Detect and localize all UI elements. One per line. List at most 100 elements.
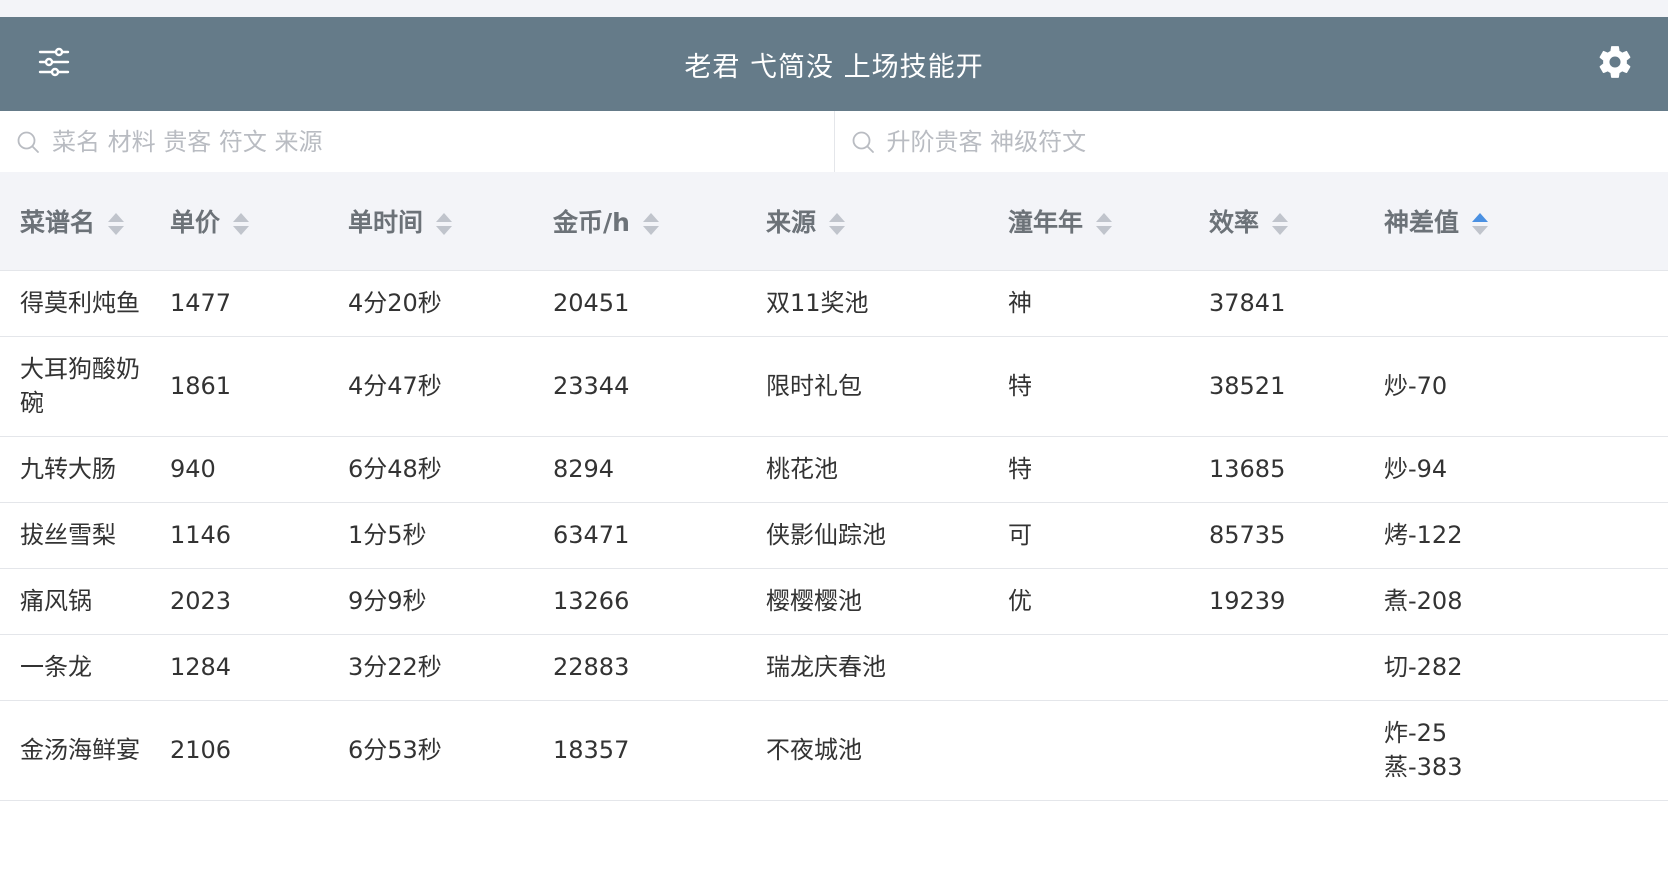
cell-gold-per-hour: 18357 [533, 700, 746, 801]
god-diff-line: 炒-70 [1384, 372, 1448, 400]
cell-source: 侠影仙踪池 [746, 502, 988, 569]
table-row[interactable]: 大耳狗酸奶碗 1861 4分47秒 23344 限时礼包 特 38521 炒-7… [0, 336, 1668, 437]
cell-god-diff: 切-282 [1364, 634, 1668, 701]
cell-recipe-name: 痛风锅 [0, 568, 150, 635]
god-diff-line: 蒸-383 [1384, 753, 1463, 781]
cell-god-diff: 炸-25 蒸-383 [1364, 700, 1668, 801]
cell-gold-per-hour: 20451 [533, 270, 746, 337]
sort-icon [1096, 212, 1113, 235]
cell-efficiency: 38521 [1189, 336, 1364, 437]
cell-time: 6分53秒 [328, 700, 533, 801]
top-gap [0, 0, 1668, 17]
cell-time: 6分48秒 [328, 436, 533, 503]
cell-god-diff [1364, 270, 1668, 337]
gear-icon[interactable] [1596, 43, 1634, 81]
cell-chef-rank [988, 634, 1189, 701]
cell-gold-per-hour: 13266 [533, 568, 746, 635]
table-row[interactable]: 拔丝雪梨 1146 1分5秒 63471 侠影仙踪池 可 85735 烤-122 [0, 502, 1668, 569]
cell-source: 桃花池 [746, 436, 988, 503]
table-row[interactable]: 九转大肠 940 6分48秒 8294 桃花池 特 13685 炒-94 [0, 436, 1668, 503]
sort-icon [233, 212, 250, 235]
cell-recipe-name: 金汤海鲜宴 [0, 700, 150, 801]
god-diff-line: 炸-25 [1384, 719, 1448, 747]
cell-time: 9分9秒 [328, 568, 533, 635]
table-row[interactable]: 得莫利炖鱼 1477 4分20秒 20451 双11奖池 神 37841 [0, 270, 1668, 337]
cell-recipe-name: 九转大肠 [0, 436, 150, 503]
sort-icon [829, 212, 846, 235]
sort-icon [108, 212, 125, 235]
column-header-recipe-name[interactable]: 菜谱名 [0, 172, 150, 271]
cell-gold-per-hour: 8294 [533, 436, 746, 503]
cell-recipe-name: 得莫利炖鱼 [0, 270, 150, 337]
cell-price: 1146 [150, 502, 328, 569]
god-diff-line: 炒-94 [1384, 455, 1448, 483]
cell-price: 1284 [150, 634, 328, 701]
search-icon [852, 131, 874, 153]
recipe-table: 菜谱名 单价 单时间 金币/h 来源 潼年年 效率 神差值 得莫利炖鱼 1477… [0, 172, 1668, 801]
cell-god-diff: 炒-94 [1364, 436, 1668, 503]
cell-efficiency: 19239 [1189, 568, 1364, 635]
cell-chef-rank [988, 700, 1189, 801]
table-row[interactable]: 一条龙 1284 3分22秒 22883 瑞龙庆春池 切-282 [0, 634, 1668, 701]
sort-icon [1472, 212, 1489, 235]
god-diff-line: 煮-208 [1384, 587, 1463, 615]
cell-recipe-name: 大耳狗酸奶碗 [0, 336, 150, 437]
cell-price: 1861 [150, 336, 328, 437]
cell-price: 2106 [150, 700, 328, 801]
cell-source: 不夜城池 [746, 700, 988, 801]
guest-rune-search-input[interactable] [886, 127, 1623, 156]
cell-recipe-name: 一条龙 [0, 634, 150, 701]
cell-efficiency: 85735 [1189, 502, 1364, 569]
cell-chef-rank: 神 [988, 270, 1189, 337]
search-icon [17, 131, 39, 153]
search-box-right [833, 111, 1668, 172]
cell-god-diff: 煮-208 [1364, 568, 1668, 635]
cell-source: 樱樱樱池 [746, 568, 988, 635]
search-row [0, 111, 1668, 172]
column-header-price[interactable]: 单价 [150, 172, 328, 271]
cell-time: 3分22秒 [328, 634, 533, 701]
table-row[interactable]: 痛风锅 2023 9分9秒 13266 樱樱樱池 优 19239 煮-208 [0, 568, 1668, 635]
cell-chef-rank: 可 [988, 502, 1189, 569]
cell-time: 4分47秒 [328, 336, 533, 437]
page-title: 老君 弋简没 上场技能开 [684, 51, 984, 83]
cell-god-diff: 炒-70 [1364, 336, 1668, 437]
filter-sliders-icon[interactable] [38, 46, 70, 78]
god-diff-line: 烤-122 [1384, 521, 1463, 549]
cell-gold-per-hour: 63471 [533, 502, 746, 569]
cell-efficiency: 13685 [1189, 436, 1364, 503]
cell-efficiency: 37841 [1189, 270, 1364, 337]
cell-time: 1分5秒 [328, 502, 533, 569]
cell-price: 2023 [150, 568, 328, 635]
cell-gold-per-hour: 23344 [533, 336, 746, 437]
table-header-row: 菜谱名 单价 单时间 金币/h 来源 潼年年 效率 神差值 [0, 172, 1668, 271]
cell-source: 限时礼包 [746, 336, 988, 437]
column-header-source[interactable]: 来源 [746, 172, 988, 271]
cell-source: 瑞龙庆春池 [746, 634, 988, 701]
cell-chef-rank: 特 [988, 436, 1189, 503]
cell-price: 940 [150, 436, 328, 503]
column-header-efficiency[interactable]: 效率 [1189, 172, 1364, 271]
sort-icon [1272, 212, 1289, 235]
table-row[interactable]: 金汤海鲜宴 2106 6分53秒 18357 不夜城池 炸-25 蒸-383 [0, 700, 1668, 801]
cell-time: 4分20秒 [328, 270, 533, 337]
cell-recipe-name: 拔丝雪梨 [0, 502, 150, 569]
column-header-time[interactable]: 单时间 [328, 172, 533, 271]
cell-chef-rank: 优 [988, 568, 1189, 635]
cell-gold-per-hour: 22883 [533, 634, 746, 701]
column-header-god-diff[interactable]: 神差值 [1364, 172, 1668, 271]
god-diff-line: 切-282 [1384, 653, 1463, 681]
search-box-left [0, 111, 834, 172]
cell-chef-rank: 特 [988, 336, 1189, 437]
app-header: 老君 弋简没 上场技能开 [0, 17, 1668, 111]
cell-source: 双11奖池 [746, 270, 988, 337]
cell-efficiency [1189, 634, 1364, 701]
recipe-search-input[interactable] [52, 127, 788, 156]
sort-icon [642, 212, 659, 235]
cell-efficiency [1189, 700, 1364, 801]
sort-icon [436, 212, 453, 235]
cell-price: 1477 [150, 270, 328, 337]
column-header-chef-rank[interactable]: 潼年年 [988, 172, 1189, 271]
cell-god-diff: 烤-122 [1364, 502, 1668, 569]
column-header-gold-per-hour[interactable]: 金币/h [533, 172, 746, 271]
